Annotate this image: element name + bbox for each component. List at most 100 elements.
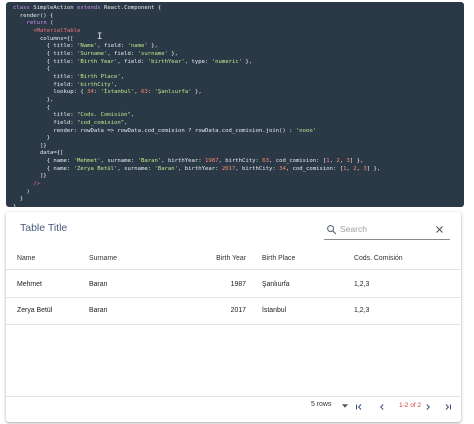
code-token: } [13,204,16,207]
material-table: Table Title Name Surname Birth Year Birt… [6,212,461,422]
rows-per-page-select[interactable]: 5 rows [311,401,349,413]
code-token: title: [13,73,77,80]
first-page-icon[interactable] [354,402,364,412]
code-token: }, [242,58,253,65]
column-header-cods-comision[interactable]: Cods. Comisión [354,255,403,262]
code-token: SimpleAction [29,5,77,11]
code-token: "Cods. Comisión" [77,112,131,119]
code-token: { title: [13,58,77,65]
column-header-birth-place[interactable]: Birth Place [262,255,295,262]
column-header-birth-year[interactable]: Birth Year [196,255,246,262]
code-line: } [13,204,464,207]
code-token: }, [13,96,54,103]
code-token: 'Zerya Betül' [73,165,118,172]
code-token: { name: [13,158,74,165]
code-token: 34 [279,165,286,172]
row-divider [6,324,461,325]
code-token: }, [147,43,158,50]
code-token: 'Surname' [77,50,108,57]
code-line: <MaterialTable [13,28,464,36]
search-field[interactable] [324,221,450,240]
code-token: render() { [13,12,54,19]
code-line: render: rowData => rowData.cod_comision … [13,128,464,136]
code-token: } [13,196,24,203]
code-token: render: rowData => rowData.cod_comision … [13,127,296,134]
code-token: 'numeric' [211,58,243,65]
row-divider [6,297,461,298]
code-token: /> [13,181,40,188]
code-line: }, [13,97,464,105]
code-token: class [13,5,30,11]
code-token: 'surname' [137,50,168,57]
clear-search-icon[interactable] [435,225,444,234]
code-line: } [13,135,464,143]
code-token: ] }, [349,158,364,165]
code-token: , field: [117,58,148,65]
code-text: class SimpleAction extends React.Compone… [6,2,464,207]
code-line: ]} [13,143,464,151]
cell-birth-place: İstanbul [262,307,287,314]
search-input[interactable] [340,222,430,236]
code-token: : [147,89,155,96]
code-token: 'Baran' [137,158,162,165]
cell-surname: Baran [89,307,108,314]
code-token: : [93,89,101,96]
code-line: /> [13,181,464,189]
code-token: 'name' [127,43,148,50]
code-token: field: [13,81,77,88]
code-token: 34 [87,89,94,96]
column-header-surname[interactable]: Surname [89,255,117,262]
page-info: 1-2 of 2 [399,402,422,409]
code-token: , type: [184,58,212,65]
next-page-icon[interactable] [423,402,433,412]
code-line: columns={[ [13,36,464,44]
code-line: ]} [13,173,464,181]
code-token: 'Mehmet' [73,158,101,165]
code-token: field: [13,119,77,126]
table-pagination: 5 rows 1-2 of 2 [6,397,461,419]
code-token: } [13,135,51,142]
code-token: "cod_comision" [77,119,125,126]
code-token: , [124,119,128,126]
code-token: extends [77,5,101,11]
previous-page-icon[interactable] [377,402,387,412]
cell-birth-year: 2017 [230,307,246,314]
cell-name: Zerya Betül [17,307,53,314]
code-token: , birthYear: [161,158,205,165]
code-line: field: "cod_comision", [13,120,464,128]
code-token: lookup: { [13,89,88,96]
header-divider [6,269,461,270]
code-token: 'Birth Year' [77,58,118,65]
cell-birth-place: Şanlıurfa [262,281,290,288]
code-token: ]} [13,142,47,149]
code-token: 'birthCity' [77,81,115,88]
code-block: class SimpleAction extends React.Compone… [6,2,464,207]
code-token: , birthCity: [218,158,263,165]
code-token: , cod_comision: [ [285,165,344,172]
code-line: title: 'Birth Place', [13,74,464,82]
last-page-icon[interactable] [443,402,453,412]
code-line: render() { [13,13,464,21]
code-line: return ( [13,20,464,28]
code-line: { name: 'Zerya Betül', surname: 'Baran',… [13,166,464,174]
code-token: 'İstanbul' [100,89,135,96]
code-line: } [13,196,464,204]
code-line: ) [13,189,464,197]
cell-birth-year: 1987 [230,281,246,288]
code-token: }, [191,89,202,96]
column-header-name[interactable]: Name [17,255,35,262]
code-line: { title: 'Birth Year', field: 'birthYear… [13,59,464,67]
cell-cods-comision: 1,2,3 [354,307,370,314]
table-toolbar: Table Title [6,212,461,244]
code-token: 2017 [221,165,236,172]
code-line: class SimpleAction extends React.Compone… [13,5,464,13]
code-token: 'birthYear' [147,58,185,65]
code-token: }, [167,50,179,57]
code-token: , birthYear: [178,165,222,172]
code-line: { name: 'Mehmet', surname: 'Baran', birt… [13,158,464,166]
code-line: data={[ [13,150,464,158]
code-token: , birthCity: [235,165,280,172]
code-token: 'Baran' [154,165,179,172]
